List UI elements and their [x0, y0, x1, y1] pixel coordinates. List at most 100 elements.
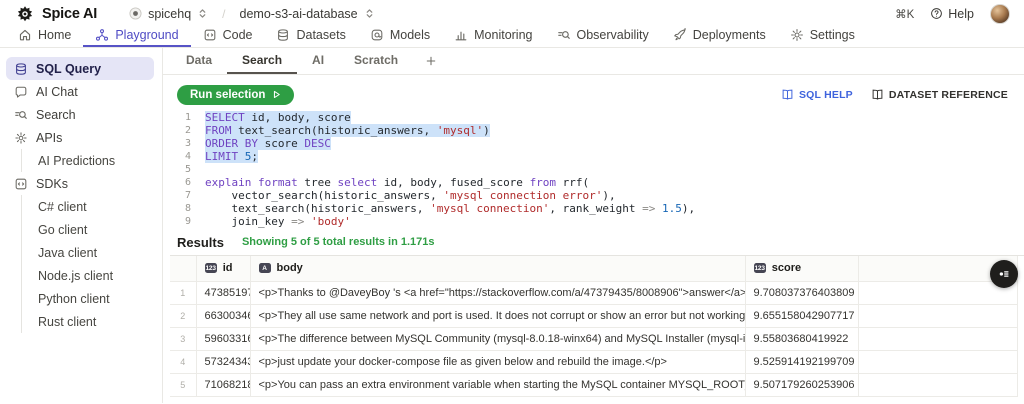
- nav-item-observability[interactable]: Observability: [545, 25, 661, 47]
- query-tabbar: DataSearch AI Scratch: [163, 48, 1024, 75]
- editor-toolbar: Run selection SQL HELP DATASET REFERENCE: [163, 75, 1024, 108]
- sidebar-item-search[interactable]: Search: [6, 103, 154, 126]
- nav-item-label: Home: [38, 28, 71, 42]
- column-header-score[interactable]: 123score: [745, 256, 858, 281]
- dataset-reference-link[interactable]: DATASET REFERENCE: [871, 88, 1008, 101]
- table-row: 457324343<p>just update your docker-comp…: [170, 350, 1017, 373]
- cell-body[interactable]: <p>The difference between MySQL Communit…: [250, 327, 745, 350]
- sidebar-item-rust-client[interactable]: Rust client: [21, 310, 154, 333]
- sidebar-item-label: Python client: [38, 292, 110, 306]
- column-type-badge: 123: [754, 263, 766, 273]
- project-switcher[interactable]: demo-s3-ai-database: [234, 5, 381, 23]
- row-number: 1: [170, 281, 196, 304]
- sidebar-item-label: Node.js client: [38, 269, 113, 283]
- line-number: 3: [163, 137, 205, 150]
- sidebar-item-label: SQL Query: [36, 62, 101, 76]
- tab-data[interactable]: Data: [171, 48, 227, 74]
- org-avatar-icon: [129, 7, 142, 20]
- cell-score[interactable]: 9.708037376403809: [745, 281, 858, 304]
- code-line: 7 vector_search(historic_answers, 'mysql…: [163, 189, 1024, 202]
- nav-item-code[interactable]: Code: [191, 25, 265, 47]
- row-number: 3: [170, 327, 196, 350]
- run-selection-label: Run selection: [190, 89, 265, 101]
- code-icon: [203, 28, 217, 42]
- nav-item-home[interactable]: Home: [6, 25, 83, 47]
- cell-body[interactable]: <p>Thanks to @DaveyBoy 's <a href="https…: [250, 281, 745, 304]
- tab-search[interactable]: Search: [227, 48, 297, 74]
- sidebar-item-ai-predictions[interactable]: AI Predictions: [21, 149, 154, 172]
- nav-item-label: Playground: [115, 28, 178, 42]
- row-number: 4: [170, 350, 196, 373]
- sidebar-item-apis[interactable]: APIs: [6, 126, 154, 149]
- sidebar-item-c-client[interactable]: C# client: [21, 195, 154, 218]
- cell-body[interactable]: <p>just update your docker-compose file …: [250, 350, 745, 373]
- deployments-icon: [673, 28, 687, 42]
- sidebar-item-ai-chat[interactable]: AI Chat: [6, 80, 154, 103]
- new-tab-button[interactable]: [413, 48, 449, 74]
- line-number: 8: [163, 202, 205, 215]
- nav-item-label: Observability: [577, 28, 649, 42]
- nav-item-datasets[interactable]: Datasets: [264, 25, 357, 47]
- models-icon: [370, 28, 384, 42]
- settings-icon: [790, 28, 804, 42]
- sidebar-item-java-client[interactable]: Java client: [21, 241, 154, 264]
- org-name: spicehq: [148, 7, 191, 21]
- tab-scratch[interactable]: Scratch: [339, 48, 413, 74]
- help-button[interactable]: Help: [930, 7, 974, 21]
- results-table-container: 123idAbody123score 147385197<p>Thanks to…: [170, 255, 1024, 397]
- cell-score[interactable]: 9.55803680419922: [745, 327, 858, 350]
- results-header: Results Showing 5 of 5 total results in …: [163, 229, 1024, 255]
- sidebar-item-sql-query[interactable]: SQL Query: [6, 57, 154, 80]
- cell-score[interactable]: 9.655158042907717: [745, 304, 858, 327]
- line-number: 5: [163, 163, 205, 176]
- nav-item-playground[interactable]: Playground: [83, 25, 190, 47]
- sidebar-item-label: AI Chat: [36, 85, 78, 99]
- column-header-id[interactable]: 123id: [196, 256, 250, 281]
- results-title: Results: [177, 235, 224, 250]
- sql-help-link[interactable]: SQL HELP: [781, 88, 853, 101]
- cell-filler: [858, 373, 1017, 396]
- nav-item-label: Datasets: [296, 28, 345, 42]
- row-number: 5: [170, 373, 196, 396]
- selected-text: SELECT id, body, score: [205, 111, 351, 124]
- nav-item-label: Code: [223, 28, 253, 42]
- nav-item-label: Deployments: [693, 28, 766, 42]
- tab-label: AI: [312, 53, 324, 67]
- user-avatar[interactable]: [990, 4, 1010, 24]
- org-switcher[interactable]: spicehq: [123, 5, 214, 23]
- table-row: 147385197<p>Thanks to @DaveyBoy 's <a hr…: [170, 281, 1017, 304]
- cell-id[interactable]: 71068218: [196, 373, 250, 396]
- chat-icon: [14, 85, 28, 99]
- command-k-shortcut[interactable]: ⌘K: [895, 7, 914, 21]
- nav-item-deployments[interactable]: Deployments: [661, 25, 778, 47]
- cell-id[interactable]: 66300346: [196, 304, 250, 327]
- cell-score[interactable]: 9.507179260253906: [745, 373, 858, 396]
- cell-filler: [858, 304, 1017, 327]
- sidebar-item-label: Rust client: [38, 315, 96, 329]
- tab-ai[interactable]: AI: [297, 48, 339, 74]
- nav-item-models[interactable]: Models: [358, 25, 442, 47]
- column-header-body[interactable]: Abody: [250, 256, 745, 281]
- sidebar-item-go-client[interactable]: Go client: [21, 218, 154, 241]
- sidebar-item-node-js-client[interactable]: Node.js client: [21, 264, 154, 287]
- main-nav: Home Playground Code Datasets ModelsMonitori…: [0, 25, 1024, 48]
- cell-id[interactable]: 59603316: [196, 327, 250, 350]
- cell-body[interactable]: <p>They all use same network and port is…: [250, 304, 745, 327]
- cell-id[interactable]: 57324343: [196, 350, 250, 373]
- sidebar-item-sdks[interactable]: SDKs: [6, 172, 154, 195]
- sidebar-item-python-client[interactable]: Python client: [21, 287, 154, 310]
- sidebar-item-label: C# client: [38, 200, 87, 214]
- play-icon: [271, 89, 282, 100]
- cell-body[interactable]: <p>You can pass an extra environment var…: [250, 373, 745, 396]
- cell-score[interactable]: 9.525914192199709: [745, 350, 858, 373]
- sql-editor[interactable]: 1SELECT id, body, score2FROM text_search…: [163, 108, 1024, 229]
- cell-id[interactable]: 47385197: [196, 281, 250, 304]
- nav-item-settings[interactable]: Settings: [778, 25, 867, 47]
- nav-item-monitoring[interactable]: Monitoring: [442, 25, 544, 47]
- table-settings-button[interactable]: [990, 260, 1018, 288]
- table-row: 266300346<p>They all use same network an…: [170, 304, 1017, 327]
- line-number: 1: [163, 111, 205, 124]
- table-row: 359603316<p>The difference between MySQL…: [170, 327, 1017, 350]
- selected-text: LIMIT 5;: [205, 150, 258, 163]
- run-selection-button[interactable]: Run selection: [177, 85, 294, 105]
